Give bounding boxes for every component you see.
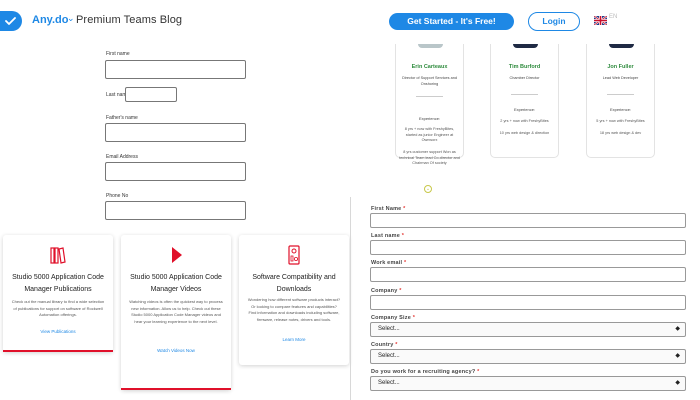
- label-text: Country: [371, 342, 394, 348]
- card-title: Studio 5000 Application Code Manager Vid…: [130, 274, 222, 293]
- label-text: Last name: [371, 233, 401, 239]
- more-indicator-icon[interactable]: ⌄: [424, 185, 432, 193]
- required-mark: *: [399, 288, 402, 294]
- label-text: First Name: [371, 206, 402, 212]
- select-value: Select...: [378, 353, 400, 359]
- card-description: Check out the manual library to find a w…: [11, 299, 105, 317]
- learn-more-link[interactable]: Learn More: [239, 337, 349, 342]
- company-size-select[interactable]: Select... ◆: [370, 322, 686, 337]
- experience-label: Experience:: [418, 116, 441, 121]
- experience-line: 2 yrs + now with FreshyBites: [500, 119, 549, 123]
- phone-input[interactable]: [105, 201, 246, 220]
- company-input[interactable]: [370, 295, 686, 310]
- team-photo: [513, 44, 538, 48]
- anydo-logo[interactable]: [0, 11, 22, 31]
- chevron-up-down-icon: ◆: [675, 353, 680, 359]
- required-mark: *: [403, 260, 407, 266]
- first-name-label: First name: [106, 51, 130, 57]
- blog-title: Premium Teams Blog: [76, 14, 183, 26]
- required-mark: *: [401, 233, 405, 239]
- experience-line: 18 yrs web design & dev: [599, 131, 642, 135]
- uk-flag-icon[interactable]: [594, 16, 607, 25]
- select-value: Select...: [378, 326, 400, 332]
- email-label: Email Address: [106, 154, 138, 160]
- team-role: Director of Support Services and Onshori…: [402, 76, 457, 86]
- required-mark: *: [477, 369, 480, 375]
- top-header: Any.do ⌄ Premium Teams Blog Get Started …: [0, 0, 700, 44]
- team-name: Tim Burford: [508, 64, 541, 70]
- card-title: Studio 5000 Application Code Manager Pub…: [12, 274, 104, 293]
- check-icon: [5, 17, 16, 25]
- books-icon: [50, 247, 66, 264]
- team-name: Jon Fuller: [607, 64, 634, 70]
- chevron-up-down-icon: ◆: [675, 326, 680, 332]
- team-card: Erin Carteaux Director of Support Servic…: [395, 44, 464, 165]
- required-mark: *: [403, 206, 406, 212]
- card-videos: Studio 5000 Application Code Manager Vid…: [121, 235, 231, 390]
- team-role: Chamber Director: [509, 76, 540, 80]
- fathers-name-label: Father's name: [106, 115, 138, 121]
- experience-line: 5 yrs + now with FreshyBites: [596, 119, 645, 123]
- company-size-label: Company Size *: [371, 315, 415, 321]
- watch-videos-link[interactable]: Watch Videos Now: [121, 348, 231, 353]
- experience-line: 8 yrs customer support Won as technical …: [399, 150, 460, 165]
- chevron-up-down-icon: ◆: [675, 380, 680, 386]
- first-name-input[interactable]: [370, 213, 686, 228]
- required-mark: *: [395, 342, 398, 348]
- last-name-label: Last name *: [371, 233, 404, 239]
- label-text: Do you work for a recruiting agency?: [371, 369, 476, 375]
- label-text: Company Size: [371, 315, 411, 321]
- card-accent-bar: [3, 350, 113, 352]
- divider: [511, 94, 538, 95]
- select-value: Select...: [378, 380, 400, 386]
- experience-label: Experience:: [609, 107, 632, 112]
- download-device-icon: [288, 245, 300, 265]
- country-select[interactable]: Select... ◆: [370, 349, 686, 364]
- play-icon: [172, 247, 182, 263]
- team-name: Erin Carteaux: [411, 64, 448, 70]
- email-input[interactable]: [105, 162, 246, 181]
- team-card: Tim Burford Chamber Director Experience:…: [490, 44, 559, 158]
- card-software-compatibility: Software Compatibility and Downloads Won…: [239, 235, 349, 365]
- label-text: Company: [371, 288, 398, 294]
- vertical-divider: [350, 197, 351, 400]
- last-name-input[interactable]: [125, 87, 177, 102]
- card-publications: Studio 5000 Application Code Manager Pub…: [3, 235, 113, 352]
- first-name-label: First Name *: [371, 206, 406, 212]
- team-photo: [418, 44, 443, 48]
- get-started-button[interactable]: Get Started - It's Free!: [389, 13, 514, 30]
- login-button[interactable]: Login: [528, 12, 580, 31]
- work-email-label: Work email *: [371, 260, 406, 266]
- last-name-input[interactable]: [370, 240, 686, 255]
- experience-label: Experience:: [513, 107, 536, 112]
- card-description: Watching videos is often the quickest wa…: [129, 299, 223, 324]
- first-name-input[interactable]: [105, 60, 246, 79]
- view-publications-link[interactable]: View Publications: [3, 329, 113, 334]
- experience-line: 8 yrs + now with FreshyBites, started as…: [404, 127, 455, 142]
- language-code[interactable]: EN: [609, 14, 617, 20]
- recruiting-agency-label: Do you work for a recruiting agency? *: [371, 369, 479, 375]
- label-text: Work email: [371, 260, 403, 266]
- experience-line: 10 yrs web design & direction: [499, 131, 550, 135]
- required-mark: *: [412, 315, 416, 321]
- phone-label: Phone No: [106, 193, 129, 199]
- card-accent-bar: [121, 388, 231, 390]
- divider: [416, 96, 443, 97]
- brand-link[interactable]: Any.do: [32, 14, 68, 26]
- fathers-name-input[interactable]: [105, 123, 246, 142]
- team-card: Jon Fuller Lead Web Developer Experience…: [586, 44, 655, 158]
- work-email-input[interactable]: [370, 267, 686, 282]
- chevron-down-icon[interactable]: ⌄: [67, 13, 75, 24]
- recruiting-agency-select[interactable]: Select... ◆: [370, 376, 686, 391]
- team-role: Lead Web Developer: [602, 76, 639, 80]
- card-description: Wondering how different software product…: [247, 297, 341, 322]
- company-label: Company *: [371, 288, 402, 294]
- team-photo: [609, 44, 634, 48]
- divider: [607, 94, 634, 95]
- country-label: Country *: [371, 342, 398, 348]
- card-title: Software Compatibility and Downloads: [252, 274, 336, 293]
